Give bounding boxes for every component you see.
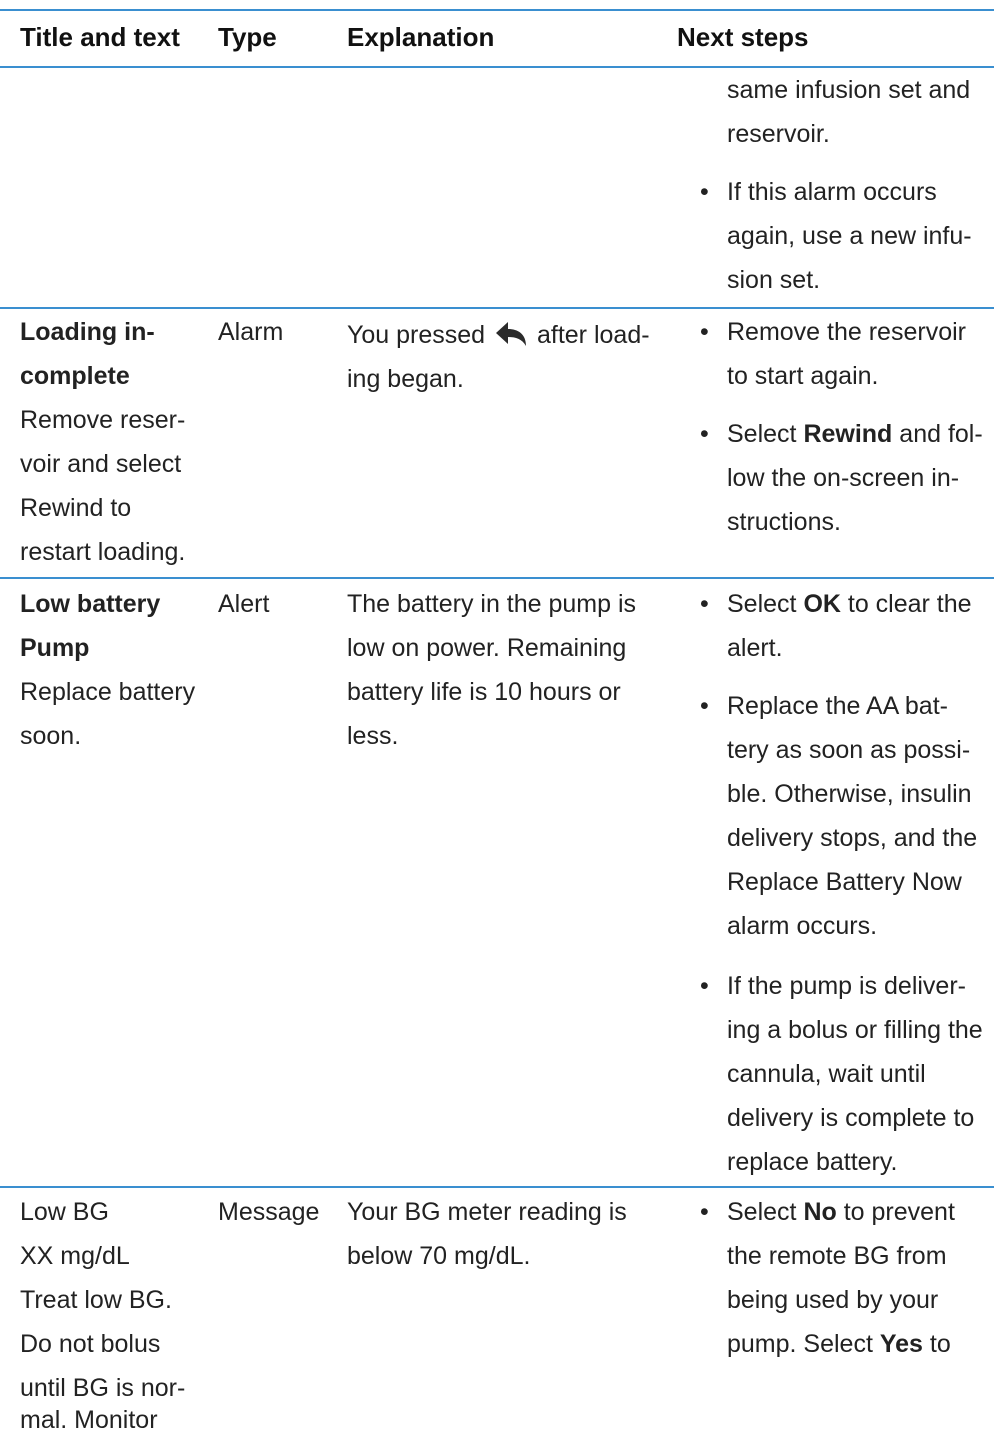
row2-step-1: Select OK to clear the alert. <box>727 582 989 670</box>
row1-step-2: Select Rewind and fol-low the on-screen … <box>727 412 989 544</box>
row2-step-2: Replace the AA bat-tery as soon as possi… <box>727 692 978 940</box>
row3-type: Message <box>218 1198 320 1226</box>
row1-step-1: Remove the reservoir to start again. <box>727 318 966 390</box>
row1-bullet-2: • <box>700 420 709 448</box>
column-header-explanation: Explanation <box>347 22 495 52</box>
row1-title-line-1: Loading in- <box>20 318 155 346</box>
row3-text-line-4: Do not bolus <box>20 1330 161 1358</box>
row2-step-3: If the pump is deliver-ing a bolus or fi… <box>727 972 983 1176</box>
row-divider-3 <box>0 1186 994 1188</box>
table-top-rule <box>0 9 994 11</box>
row2-bullet-3: • <box>700 972 709 1000</box>
row1-text-line-3: Rewind to <box>20 494 132 522</box>
row3-text-line-1: Low BG <box>20 1198 109 1226</box>
row0-bullet-2: • <box>700 178 709 206</box>
row2-bullet-1: • <box>700 590 709 618</box>
row3-bullet-1: • <box>700 1198 709 1226</box>
row0-step-1: same infusion set and reservoir. <box>727 76 971 148</box>
row3-step-1-pre: Select <box>727 1198 804 1226</box>
row1-expl-part-b: after load- <box>536 321 650 349</box>
row1-explanation-line-1: You pressed after load- <box>347 313 667 357</box>
row3-step-1-bold: No <box>803 1198 837 1226</box>
row-divider-1 <box>0 307 994 309</box>
row2-step-1-pre: Select <box>727 590 804 618</box>
row3-step-1-post: to <box>922 1330 951 1358</box>
row3-text-line-3: Treat low BG. <box>20 1286 172 1314</box>
row2-text-line-1: Replace battery <box>20 678 196 706</box>
column-header-title: Title and text <box>20 22 180 52</box>
row3-text-line-6: mal. Monitor <box>20 1406 158 1434</box>
column-header-next-steps: Next steps <box>677 22 809 52</box>
row1-text-line-4: restart loading. <box>20 538 186 566</box>
row2-text-line-2: soon. <box>20 722 82 750</box>
row-divider-2 <box>0 577 994 579</box>
row1-expl-part-a: You pressed <box>347 321 486 349</box>
row3-step-1: Select No to prevent the remote BG from … <box>727 1190 989 1366</box>
row3-explanation: Your BG meter reading is below 70 mg/dL. <box>347 1198 627 1270</box>
row2-type: Alert <box>218 590 270 618</box>
row1-type: Alarm <box>218 318 284 346</box>
row2-title-line-2: Pump <box>20 634 90 662</box>
row1-step-2-pre: Select <box>727 420 804 448</box>
row2-title-line-1: Low battery <box>20 590 161 618</box>
row0-step-2: If this alarm occurs again, use a new in… <box>727 178 972 294</box>
row1-step-2-bold: Rewind <box>803 420 893 448</box>
row1-text-line-1: Remove reser- <box>20 406 186 434</box>
column-header-type: Type <box>218 22 277 52</box>
row2-explanation: The battery in the pump is low on power.… <box>347 590 637 750</box>
row1-bullet-1: • <box>700 318 709 346</box>
row1-explanation-line-2: ing began. <box>347 365 464 393</box>
row1-title-line-2: complete <box>20 362 130 390</box>
back-arrow-icon <box>496 322 527 346</box>
row2-step-1-bold: OK <box>803 590 841 618</box>
row2-bullet-2: • <box>700 692 709 720</box>
row3-step-1-bold2: Yes <box>879 1330 923 1358</box>
row1-text-line-2: voir and select <box>20 450 182 478</box>
row3-text-line-2: XX mg/dL <box>20 1242 130 1270</box>
